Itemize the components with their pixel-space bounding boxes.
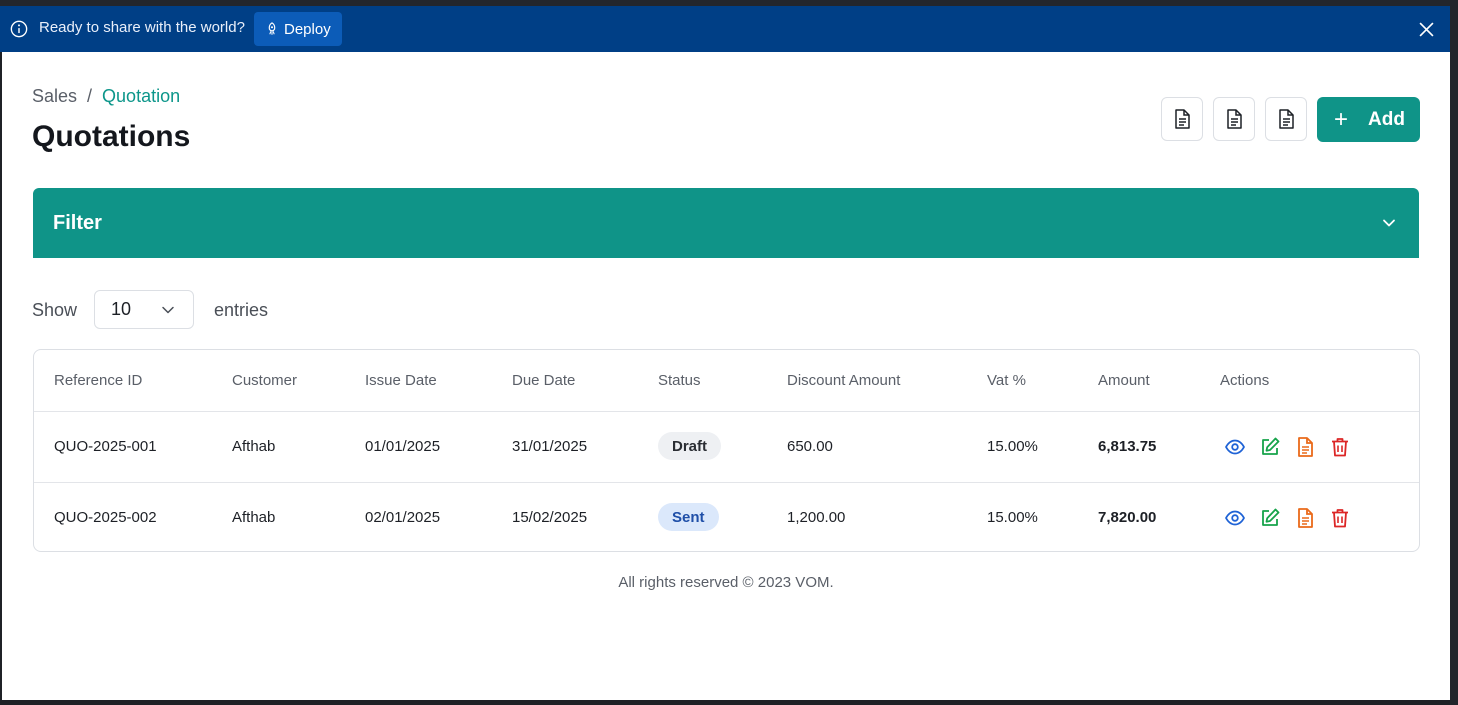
delete-icon[interactable] bbox=[1329, 507, 1351, 529]
footer-copyright: All rights reserved © 2023 VOM. bbox=[618, 574, 834, 591]
header-status[interactable]: Status bbox=[658, 372, 701, 389]
window-right-edge bbox=[1450, 0, 1458, 705]
cell-customer: Afthab bbox=[232, 438, 276, 455]
page-title: Quotations bbox=[32, 120, 191, 153]
breadcrumb-quotation[interactable]: Quotation bbox=[102, 86, 180, 107]
info-icon bbox=[10, 20, 28, 38]
cell-amount: 6,813.75 bbox=[1098, 438, 1157, 455]
cell-issue-date: 02/01/2025 bbox=[365, 509, 441, 526]
chevron-down-icon[interactable] bbox=[1382, 216, 1396, 230]
table-row: QUO-2025-001 Afthab 01/01/2025 31/01/202… bbox=[34, 412, 1419, 483]
close-icon[interactable] bbox=[1419, 22, 1434, 37]
deploy-banner: Ready to share with the world? Deploy bbox=[0, 6, 1450, 52]
cell-reference-id: QUO-2025-002 bbox=[54, 509, 157, 526]
cell-due-date: 15/02/2025 bbox=[512, 509, 588, 526]
header-actions: Actions bbox=[1220, 372, 1270, 389]
header-issue-date[interactable]: Issue Date bbox=[365, 372, 437, 389]
add-button[interactable]: + Add bbox=[1317, 97, 1420, 142]
rocket-icon bbox=[268, 22, 276, 35]
status-badge: Sent bbox=[658, 503, 719, 531]
document-icon bbox=[1227, 109, 1242, 129]
edit-icon[interactable] bbox=[1259, 436, 1281, 458]
header-reference-id[interactable]: Reference ID bbox=[54, 372, 142, 389]
pdf-icon[interactable] bbox=[1294, 436, 1316, 458]
cell-amount: 7,820.00 bbox=[1098, 509, 1157, 526]
header-vat[interactable]: Vat % bbox=[987, 372, 1026, 389]
view-icon[interactable] bbox=[1224, 436, 1246, 458]
cell-due-date: 31/01/2025 bbox=[512, 438, 588, 455]
cell-vat: 15.00% bbox=[987, 509, 1038, 526]
chevron-down-icon bbox=[162, 306, 174, 314]
entries-select[interactable]: 10 bbox=[94, 290, 194, 329]
cell-reference-id: QUO-2025-001 bbox=[54, 438, 157, 455]
table-row: QUO-2025-002 Afthab 02/01/2025 15/02/202… bbox=[34, 483, 1419, 551]
add-label: Add bbox=[1368, 108, 1405, 130]
cell-vat: 15.00% bbox=[987, 438, 1038, 455]
cell-discount-amount: 650.00 bbox=[787, 438, 833, 455]
header-amount[interactable]: Amount bbox=[1098, 372, 1150, 389]
document-icon bbox=[1175, 109, 1190, 129]
status-badge: Draft bbox=[658, 432, 722, 460]
plus-icon: + bbox=[1334, 105, 1349, 133]
banner-message: Ready to share with the world? bbox=[39, 19, 245, 36]
entries-label: entries bbox=[214, 300, 269, 320]
delete-icon[interactable] bbox=[1329, 436, 1351, 458]
edit-icon[interactable] bbox=[1259, 507, 1281, 529]
export-button-2[interactable] bbox=[1213, 97, 1255, 141]
table-header: Reference ID Customer Issue Date Due Dat… bbox=[34, 350, 1419, 412]
header-due-date[interactable]: Due Date bbox=[512, 372, 575, 389]
breadcrumb-sales[interactable]: Sales bbox=[32, 86, 77, 107]
pdf-icon[interactable] bbox=[1294, 507, 1316, 529]
deploy-label: Deploy bbox=[284, 20, 331, 38]
show-label: Show bbox=[32, 300, 78, 320]
cell-customer: Afthab bbox=[232, 509, 276, 526]
export-button-1[interactable] bbox=[1161, 97, 1203, 141]
view-icon[interactable] bbox=[1224, 507, 1246, 529]
header-customer[interactable]: Customer bbox=[232, 372, 297, 389]
export-button-3[interactable] bbox=[1265, 97, 1307, 141]
cell-discount-amount: 1,200.00 bbox=[787, 509, 846, 526]
entries-value: 10 bbox=[111, 299, 132, 319]
deploy-button[interactable]: Deploy bbox=[254, 12, 342, 46]
document-icon bbox=[1279, 109, 1294, 129]
app-content: Sales / Quotation Quotations + Add Filte… bbox=[2, 52, 1450, 700]
breadcrumb: Sales / Quotation bbox=[32, 86, 180, 107]
filter-panel-header[interactable]: Filter bbox=[33, 188, 1419, 258]
cell-issue-date: 01/01/2025 bbox=[365, 438, 441, 455]
header-discount-amount[interactable]: Discount Amount bbox=[787, 372, 900, 389]
quotations-table: Reference ID Customer Issue Date Due Dat… bbox=[33, 349, 1420, 552]
filter-label: Filter bbox=[53, 212, 102, 234]
breadcrumb-separator: / bbox=[87, 86, 93, 106]
